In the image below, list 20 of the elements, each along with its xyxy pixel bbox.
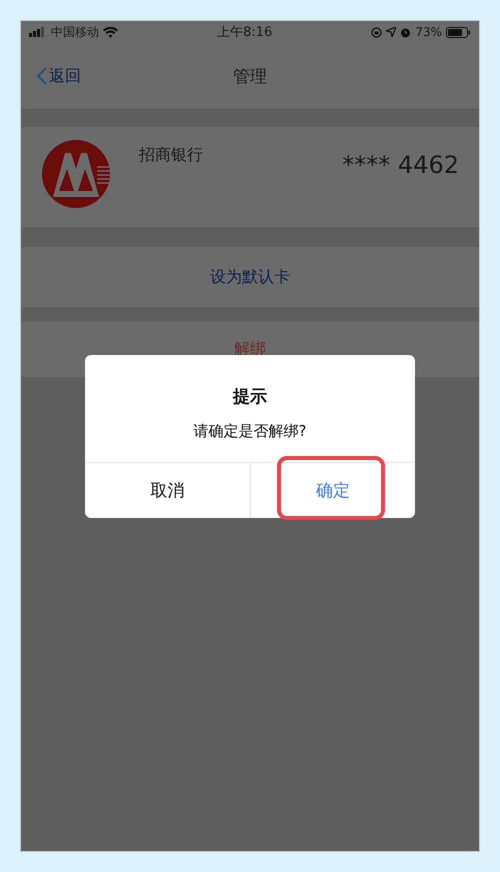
back-chevron-icon xyxy=(37,67,47,85)
back-button[interactable]: 返回 xyxy=(37,66,81,86)
status-time: 上午8:16 xyxy=(217,24,272,41)
bank-name: 招商银行 xyxy=(139,145,204,166)
page-title: 管理 xyxy=(233,66,267,88)
card-number: **** 4462 xyxy=(342,151,459,179)
cancel-button[interactable]: 取消 xyxy=(85,463,250,518)
carrier-name: 中国移动 xyxy=(51,24,99,40)
alarm-icon xyxy=(400,26,412,38)
set-default-button[interactable]: 设为默认卡 xyxy=(21,247,479,307)
battery-percent: 73% xyxy=(415,25,442,39)
confirm-button[interactable]: 确定 xyxy=(250,463,415,518)
dialog-message: 请确定是否解绑? xyxy=(192,422,308,441)
battery-icon xyxy=(446,26,471,38)
signal-icon xyxy=(29,27,47,37)
bank-logo-icon xyxy=(41,139,111,209)
rotation-lock-icon xyxy=(371,26,382,38)
dialog-title: 提示 xyxy=(232,386,268,408)
wifi-icon xyxy=(103,26,118,38)
location-icon xyxy=(386,27,396,37)
